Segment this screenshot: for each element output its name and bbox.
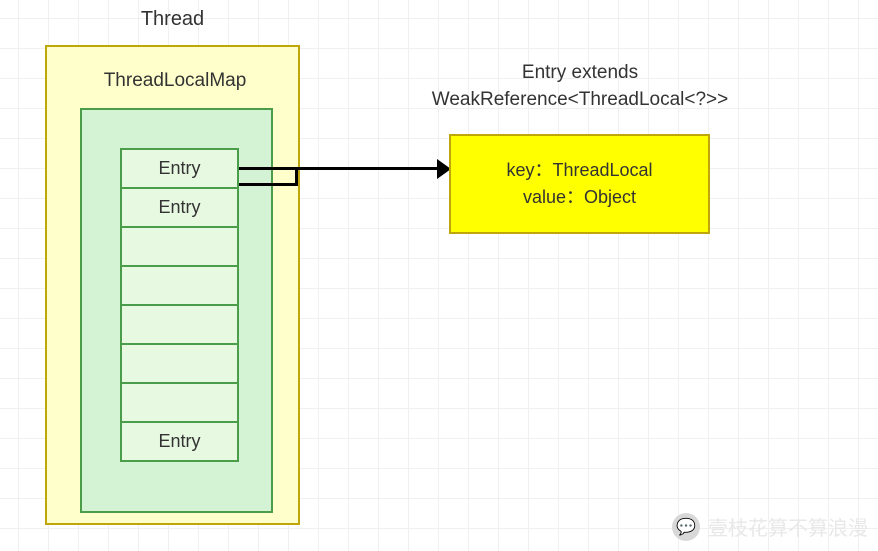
thread-title: Thread xyxy=(45,8,300,31)
watermark: 💬 壹枝花算不算浪漫 xyxy=(672,512,868,541)
arrow-connector xyxy=(239,183,296,186)
entry-cell: Entry xyxy=(120,189,239,228)
wechat-icon: 💬 xyxy=(672,513,700,541)
entry-cell xyxy=(120,345,239,384)
entry-cell xyxy=(120,306,239,345)
entry-cell xyxy=(120,267,239,306)
watermark-text: 壹枝花算不算浪漫 xyxy=(708,512,868,541)
entry-cell: Entry xyxy=(120,150,239,189)
arrow-connector xyxy=(239,167,441,170)
threadlocalmap-title: ThreadLocalMap xyxy=(60,70,290,92)
entry-cell: Entry xyxy=(120,423,239,462)
entry-array: Entry Entry Entry xyxy=(120,148,239,462)
entry-value-line: value：Object xyxy=(523,184,636,211)
entry-cell xyxy=(120,228,239,267)
entry-extends-label: Entry extends WeakReference<ThreadLocal<… xyxy=(420,60,740,113)
entry-key-line: key：ThreadLocal xyxy=(506,157,652,184)
entry-cell xyxy=(120,384,239,423)
entry-detail-box: key：ThreadLocal value：Object xyxy=(449,134,710,234)
